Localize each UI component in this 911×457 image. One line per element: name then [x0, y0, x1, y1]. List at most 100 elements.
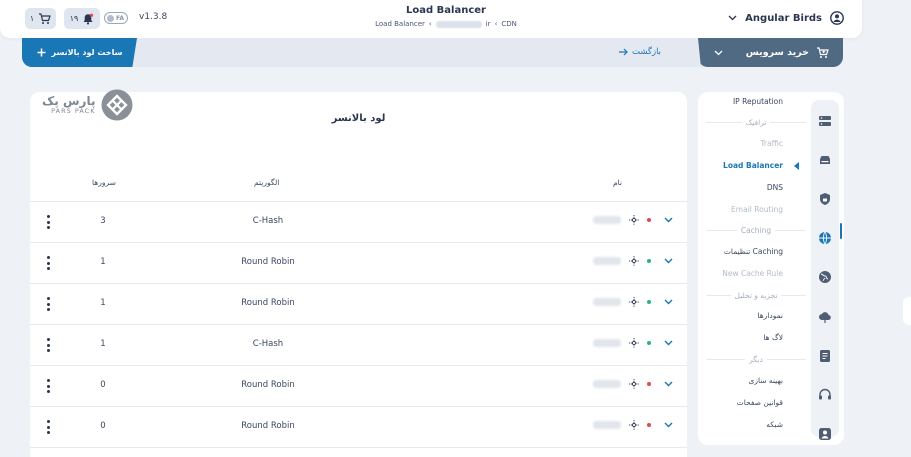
- more-options-icon[interactable]: [43, 379, 53, 393]
- sidebar-item[interactable]: New Cache Rule: [722, 269, 783, 278]
- more-options-icon[interactable]: [43, 215, 53, 229]
- status-dot: [647, 300, 651, 304]
- cart-plus-icon: [817, 46, 829, 58]
- breadcrumb-item[interactable]: ir: [486, 20, 491, 28]
- redacted-name: [593, 216, 621, 224]
- network-icon: [629, 379, 639, 389]
- network-icon: [629, 297, 639, 307]
- load-balancer-card: پارس پک PARS PACK لود بالانسر سرورها الگ…: [30, 89, 687, 457]
- column-algorithm: الگوریتم: [254, 178, 280, 187]
- redacted-name: [593, 380, 621, 388]
- table-body: 3 C-Hash 1 Round Robin 1 Round Robin 1 C-Hash 0 R…: [30, 202, 687, 448]
- table-row[interactable]: 1 Round Robin: [30, 243, 687, 284]
- sidebar-section: دیگر: [706, 355, 806, 364]
- document-icon[interactable]: [818, 349, 832, 363]
- servers-count: 3: [100, 216, 106, 226]
- create-button-label: ساخت لود بالانسر: [51, 48, 123, 57]
- table-row[interactable]: 1 C-Hash: [30, 325, 687, 366]
- sidebar-item[interactable]: شبکه: [766, 420, 783, 429]
- user-menu[interactable]: Angular Birds: [728, 11, 844, 25]
- breadcrumb-item[interactable]: Load Balancer: [375, 20, 425, 28]
- redacted-name: [593, 298, 621, 306]
- chevron-left-icon: ‹: [494, 20, 498, 28]
- notifications-button[interactable]: ۱۹: [64, 8, 100, 29]
- redacted-domain: [435, 20, 482, 28]
- cloud-drive-icon[interactable]: [818, 153, 832, 167]
- globe-icon[interactable]: [818, 231, 832, 245]
- servers-count: 0: [100, 380, 106, 390]
- servers-count: 1: [100, 339, 106, 349]
- sidebar-item[interactable]: بهینه سازی: [748, 376, 783, 385]
- more-options-icon[interactable]: [43, 256, 53, 270]
- chevron-down-icon[interactable]: [664, 381, 673, 387]
- more-options-icon[interactable]: [43, 420, 53, 434]
- status-dot: [647, 218, 651, 222]
- algorithm-value: Round Robin: [241, 298, 295, 308]
- chevron-down-icon[interactable]: [664, 299, 673, 305]
- section-label: Caching: [740, 226, 772, 235]
- card-title: لود بالانسر: [331, 113, 386, 124]
- sidebar-item[interactable]: لاگ ها: [763, 333, 783, 342]
- cloud-upload-icon[interactable]: [818, 310, 832, 324]
- shield-lock-icon[interactable]: [818, 192, 832, 206]
- cart-button[interactable]: ۱: [25, 8, 56, 29]
- servers-count: 0: [100, 421, 106, 431]
- algorithm-value: Round Robin: [241, 421, 295, 431]
- column-servers: سرورها: [92, 178, 116, 187]
- globe-alt-icon[interactable]: [818, 270, 832, 284]
- chevron-down-icon[interactable]: [664, 258, 673, 264]
- table-header: سرورها الگوریتم نام: [30, 178, 687, 202]
- table-row[interactable]: 3 C-Hash: [30, 202, 687, 243]
- name-cell: [593, 296, 673, 308]
- cart-count: ۱: [29, 14, 35, 23]
- section-label: دیگر: [749, 355, 763, 364]
- status-dot: [647, 382, 651, 386]
- table-row[interactable]: 1 Round Robin: [30, 284, 687, 325]
- name-cell: [593, 255, 673, 267]
- sidebar-item[interactable]: نمودارها: [757, 311, 783, 320]
- sidebar-item[interactable]: Traffic: [760, 139, 783, 148]
- sidebar-item[interactable]: قوانین صفحات: [737, 398, 783, 407]
- chevron-down-icon[interactable]: [664, 340, 673, 346]
- status-dot: [647, 423, 651, 427]
- user-name: Angular Birds: [745, 12, 822, 24]
- chevron-down-icon[interactable]: [664, 217, 673, 223]
- rail-active-indicator: [840, 223, 842, 239]
- sidebar-item[interactable]: Load Balancer: [723, 161, 783, 170]
- sidebar-item[interactable]: Email Routing: [731, 205, 783, 214]
- sidebar-section: ترافیک: [706, 118, 806, 127]
- table-row[interactable]: 0 Round Robin: [30, 407, 687, 448]
- table-row[interactable]: 0 Round Robin: [30, 366, 687, 407]
- chevron-left-icon: ‹: [428, 20, 432, 28]
- redacted-name: [593, 257, 621, 265]
- arrow-right-icon: [619, 48, 628, 56]
- servers-count: 1: [100, 257, 106, 267]
- language-toggle[interactable]: FA: [104, 12, 128, 24]
- network-icon: [629, 338, 639, 348]
- user-icon[interactable]: [818, 427, 832, 441]
- algorithm-value: Round Robin: [241, 380, 295, 390]
- chevron-down-icon[interactable]: [664, 422, 673, 428]
- chevron-down-icon: [714, 50, 723, 55]
- breadcrumb-item[interactable]: CDN: [501, 20, 517, 28]
- more-options-icon[interactable]: [43, 338, 53, 352]
- sidebar-item[interactable]: DNS: [767, 183, 783, 192]
- breadcrumb: Load Balancer ‹ ir ‹ CDN: [346, 20, 546, 28]
- more-options-icon[interactable]: [43, 297, 53, 311]
- back-button[interactable]: بازگشت: [618, 47, 661, 57]
- server-icon[interactable]: [818, 114, 832, 128]
- sidebar-item[interactable]: تنظیمات Caching: [724, 247, 783, 256]
- headset-icon[interactable]: [818, 388, 832, 402]
- network-icon: [629, 215, 639, 225]
- servers-count: 1: [100, 298, 106, 308]
- sidebar-item[interactable]: IP Reputation: [733, 97, 783, 106]
- service-sidebar: IP Reputation ترافیک Traffic Load Balancer D…: [698, 92, 844, 445]
- side-drawer-handle[interactable]: [903, 297, 911, 325]
- buy-button-label: خرید سرویس: [745, 47, 809, 58]
- sidebar-section: تجزیه و تحلیل: [706, 291, 807, 300]
- app-version: v1.3.8: [139, 12, 168, 22]
- status-dot: [647, 341, 651, 345]
- buy-service-button[interactable]: خرید سرویس: [698, 38, 843, 67]
- cart-icon: [39, 12, 51, 24]
- create-load-balancer-button[interactable]: ساخت لود بالانسر: [22, 38, 137, 67]
